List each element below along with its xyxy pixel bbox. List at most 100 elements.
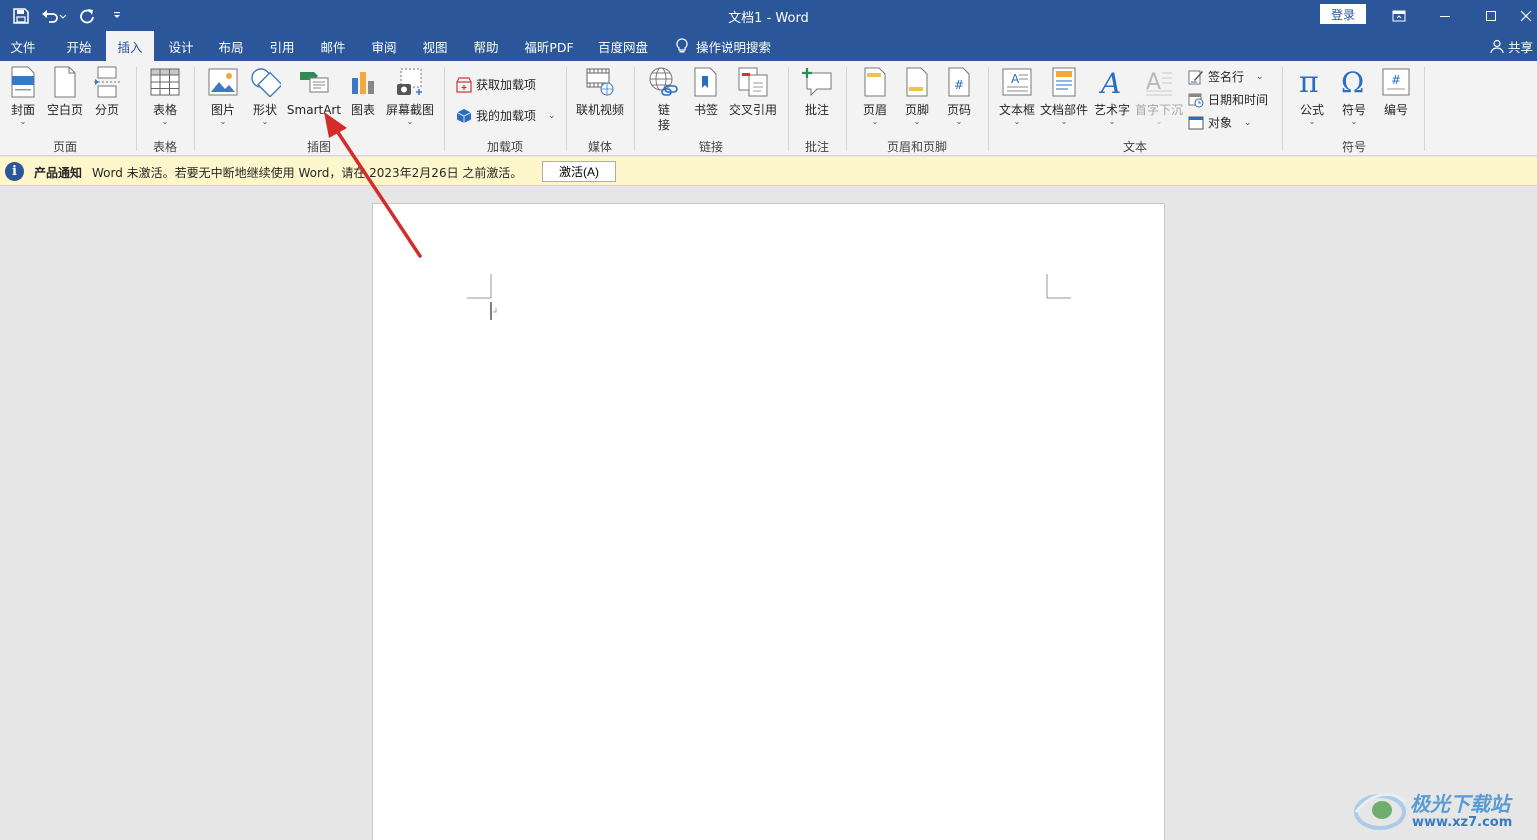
link-label-line2: 接	[657, 118, 670, 132]
cross-reference-label: 交叉引用	[728, 103, 777, 117]
notice-message: Word 未激活。若要无中断地继续使用 Word，请在 2023年2月26日 之…	[92, 166, 523, 180]
calendar-clock-icon	[1188, 93, 1204, 107]
equation-button[interactable]: π 公式 ⌄	[1295, 65, 1329, 126]
tab-review[interactable]: 审阅	[361, 31, 407, 61]
page-number-button[interactable]: # 页码 ⌄	[943, 65, 975, 126]
cross-reference-icon	[737, 65, 769, 99]
tab-layout[interactable]: 布局	[208, 31, 254, 61]
ribbon-display-options-icon[interactable]	[1376, 0, 1422, 31]
share-button[interactable]: 共享	[1490, 31, 1533, 61]
document-page[interactable]	[372, 203, 1165, 840]
window-title: 文档1 - Word	[728, 11, 809, 26]
cover-page-button[interactable]: 封面 ⌄	[6, 65, 40, 126]
number-button[interactable]: # 编号	[1379, 65, 1413, 118]
link-label: 链接	[658, 103, 670, 133]
cross-reference-button[interactable]: 交叉引用	[727, 65, 779, 118]
footer-icon	[901, 65, 933, 99]
group-label-pages: 页面	[52, 140, 77, 154]
picture-icon	[207, 65, 239, 99]
group-separator	[634, 67, 635, 151]
minimize-icon[interactable]	[1422, 0, 1468, 31]
quick-parts-icon	[1048, 65, 1080, 99]
footer-button[interactable]: 页脚 ⌄	[901, 65, 933, 126]
tell-me-search[interactable]: 操作说明搜索	[676, 31, 771, 61]
tab-design[interactable]: 设计	[158, 31, 204, 61]
tab-mailings[interactable]: 邮件	[310, 31, 356, 61]
symbol-button[interactable]: Ω 符号 ⌄	[1337, 65, 1371, 126]
watermark-url: www.xz7.com	[1412, 815, 1513, 830]
share-label: 共享	[1508, 39, 1534, 55]
link-label-line1: 链	[657, 103, 670, 117]
chevron-down-icon: ⌄	[1244, 117, 1252, 128]
login-button[interactable]: 登录	[1320, 4, 1366, 24]
wordart-label: 艺术字	[1093, 103, 1130, 117]
chevron-down-icon: ⌄	[1108, 117, 1116, 126]
tab-insert[interactable]: 插入	[106, 31, 154, 61]
blank-page-icon	[49, 65, 81, 99]
shapes-icon	[249, 65, 281, 99]
link-button[interactable]: 链接	[646, 65, 682, 133]
table-label: 表格	[152, 103, 177, 117]
bookmark-button[interactable]: 书签	[690, 65, 722, 118]
blank-page-button[interactable]: 空白页	[45, 65, 85, 118]
tab-home[interactable]: 开始	[56, 31, 102, 61]
smartart-button[interactable]: SmartArt	[287, 65, 341, 118]
get-addins-button[interactable]: 获取加载项	[456, 76, 536, 93]
svg-text:A: A	[1011, 72, 1020, 86]
close-icon[interactable]	[1514, 0, 1537, 31]
lightbulb-icon	[676, 38, 688, 53]
page-break-label: 分页	[94, 103, 119, 117]
online-video-label: 联机视频	[575, 103, 624, 117]
group-label-comments: 批注	[804, 140, 829, 154]
activate-button[interactable]: 激活(A)	[542, 161, 616, 182]
cover-page-icon	[7, 65, 39, 99]
wordart-icon: A	[1096, 65, 1128, 99]
online-video-icon	[584, 65, 616, 99]
date-time-button[interactable]: 日期和时间	[1188, 91, 1268, 108]
page-break-icon	[91, 65, 123, 99]
group-separator	[566, 67, 567, 151]
chart-button[interactable]: 图表	[346, 65, 380, 118]
tab-baidu-netdisk[interactable]: 百度网盘	[590, 31, 656, 61]
group-separator	[444, 67, 445, 151]
chevron-down-icon: ⌄	[871, 117, 879, 126]
chevron-down-icon: ⌄	[1013, 117, 1021, 126]
new-comment-button[interactable]: 批注	[800, 65, 834, 118]
chevron-down-icon: ⌄	[161, 117, 169, 126]
tab-references[interactable]: 引用	[259, 31, 305, 61]
tab-view[interactable]: 视图	[412, 31, 458, 61]
signature-line-button[interactable]: 签名行 ⌄	[1188, 68, 1264, 85]
chevron-down-icon: ⌄	[1350, 117, 1358, 126]
chevron-down-icon: ⌄	[1256, 71, 1264, 82]
watermark: 极光下载站 www.xz7.com	[1348, 778, 1533, 838]
tab-file[interactable]: 文件	[0, 31, 46, 61]
table-button[interactable]: 表格 ⌄	[147, 65, 183, 126]
signature-line-label: 签名行	[1208, 70, 1245, 84]
picture-button[interactable]: 图片 ⌄	[205, 65, 241, 126]
screenshot-button[interactable]: 屏幕截图 ⌄	[385, 65, 435, 126]
group-label-symbols: 符号	[1341, 140, 1366, 154]
wordart-button[interactable]: A 艺术字 ⌄	[1093, 65, 1131, 126]
quick-parts-button[interactable]: 文档部件 ⌄	[1040, 65, 1088, 126]
object-button[interactable]: 对象 ⌄	[1188, 114, 1252, 131]
chevron-down-icon: ⌄	[261, 117, 269, 126]
title-bar: 文档1 - Word 登录	[0, 0, 1537, 31]
chevron-down-icon: ⌄	[1308, 117, 1316, 126]
shapes-button[interactable]: 形状 ⌄	[247, 65, 283, 126]
my-addins-button[interactable]: 我的加载项 ⌄	[456, 107, 556, 124]
margin-corner-top-right	[1046, 274, 1071, 299]
drop-cap-button[interactable]: A 首字下沉 ⌄	[1134, 65, 1184, 126]
page-number-label: 页码	[946, 103, 971, 117]
online-video-button[interactable]: 联机视频	[574, 65, 626, 118]
text-box-button[interactable]: A 文本框 ⌄	[998, 65, 1036, 126]
pi-icon: π	[1296, 65, 1328, 99]
group-label-tables: 表格	[152, 140, 177, 154]
tab-foxit-pdf[interactable]: 福昕PDF	[516, 31, 582, 61]
globe-link-icon	[648, 65, 680, 99]
maximize-icon[interactable]	[1468, 0, 1514, 31]
tab-help[interactable]: 帮助	[463, 31, 509, 61]
header-button[interactable]: 页眉 ⌄	[859, 65, 891, 126]
screenshot-label: 屏幕截图	[385, 103, 434, 117]
ribbon-tabs: 文件 开始 插入 设计 布局 引用 邮件 审阅 视图 帮助 福昕PDF 百度网盘…	[0, 31, 1537, 61]
page-break-button[interactable]: 分页	[90, 65, 124, 118]
